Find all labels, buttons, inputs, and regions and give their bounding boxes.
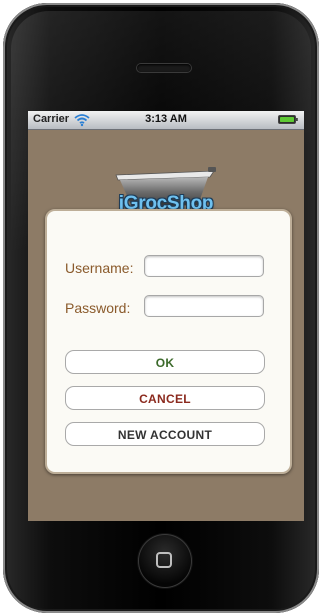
earpiece-speaker bbox=[137, 64, 191, 72]
home-square-icon bbox=[156, 552, 172, 568]
ok-button[interactable]: OK bbox=[65, 350, 265, 374]
phone-screen: Carrier 3:13 AM iGrocShop Username: Pass… bbox=[28, 111, 304, 521]
password-label: Password: bbox=[65, 300, 131, 316]
battery-icon bbox=[278, 115, 298, 124]
cancel-button[interactable]: CANCEL bbox=[65, 386, 265, 410]
status-bar: Carrier 3:13 AM bbox=[28, 111, 304, 130]
home-button[interactable] bbox=[138, 534, 192, 588]
new-account-button[interactable]: NEW ACCOUNT bbox=[65, 422, 265, 446]
username-label: Username: bbox=[65, 260, 134, 276]
password-input[interactable] bbox=[144, 295, 264, 317]
username-input[interactable] bbox=[144, 255, 264, 277]
status-clock: 3:13 AM bbox=[145, 113, 187, 125]
login-dialog: Username: Password: OK CANCEL NEW ACCOUN… bbox=[45, 209, 292, 474]
